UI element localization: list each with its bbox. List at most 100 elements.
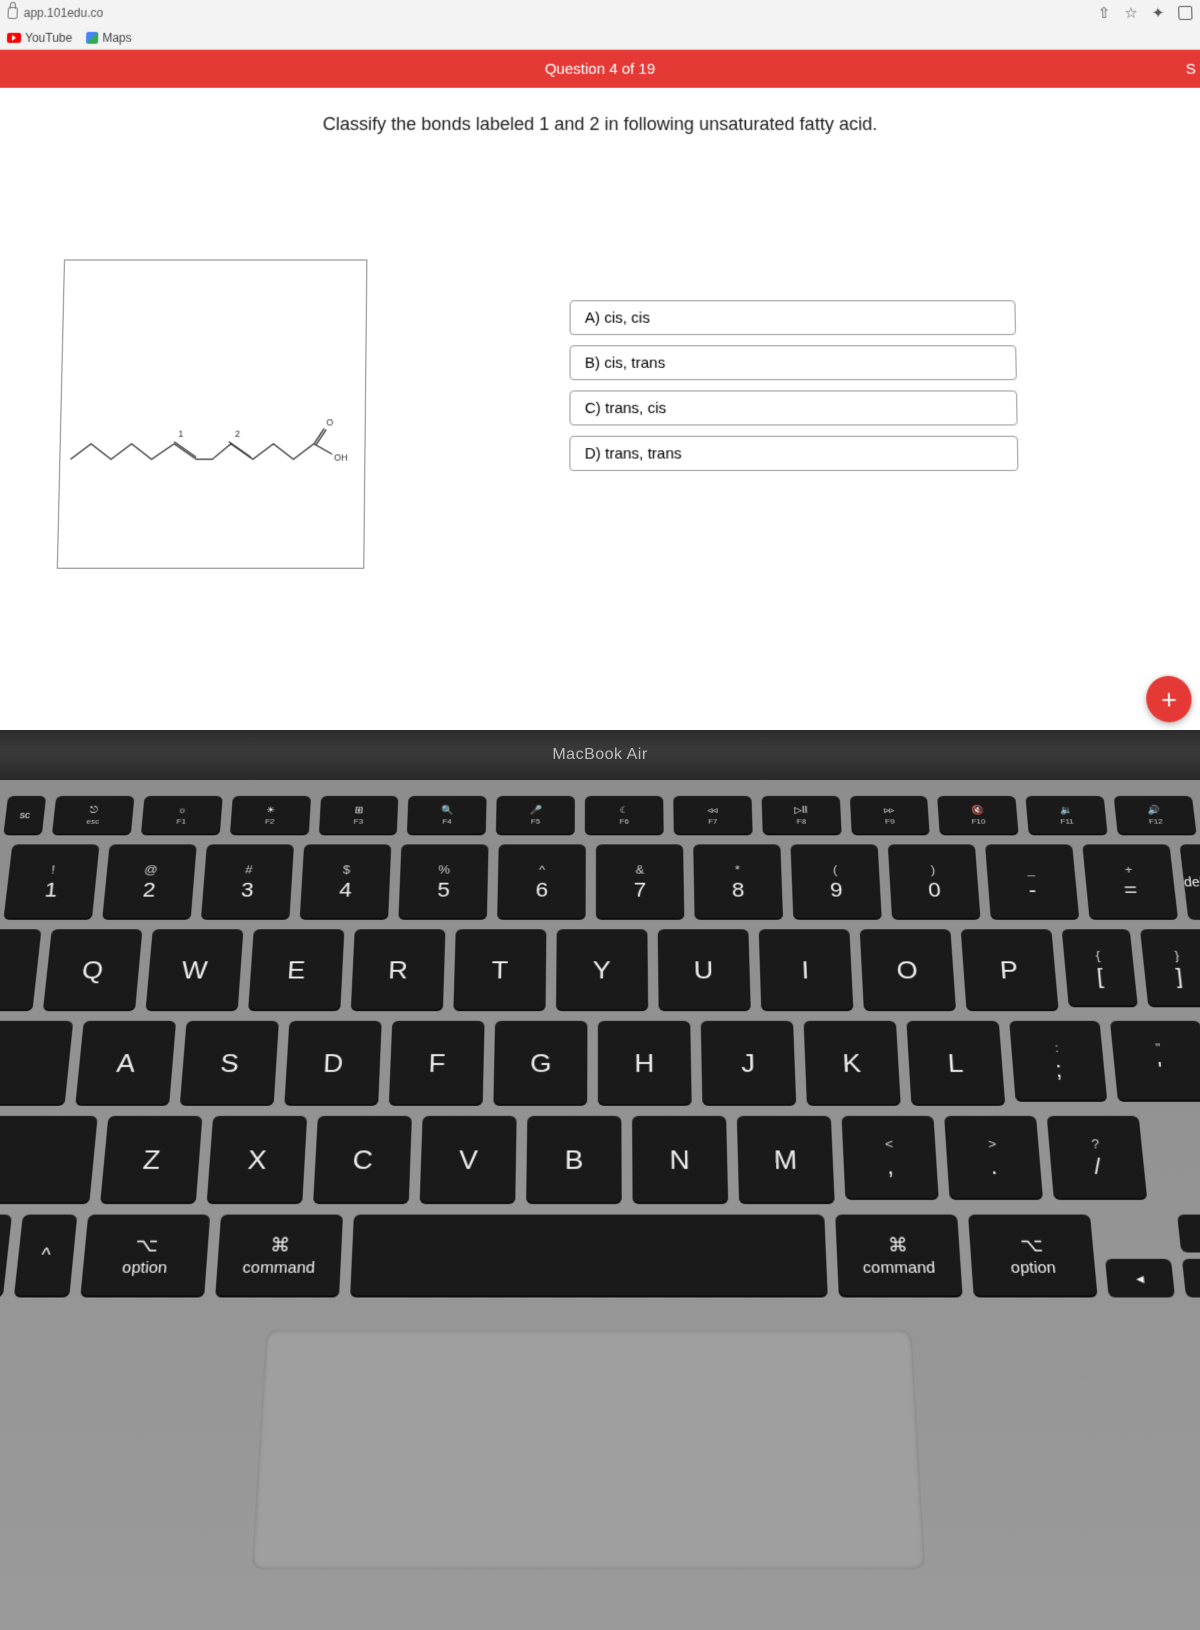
key-4[interactable]: $4	[300, 844, 392, 919]
key-r[interactable]: R	[350, 929, 445, 1011]
key-x[interactable]: X	[207, 1116, 308, 1204]
key-bracket-open[interactable]: {[	[1061, 929, 1137, 1007]
key-quote[interactable]: "'	[1110, 1021, 1200, 1102]
key-f[interactable]: F	[389, 1021, 485, 1106]
key-z[interactable]: Z	[100, 1116, 202, 1204]
key-7[interactable]: &7	[596, 844, 684, 919]
window-icon[interactable]	[1178, 6, 1192, 20]
key-f4[interactable]: 🔍F4	[407, 796, 487, 835]
add-fab[interactable]: +	[1146, 676, 1192, 722]
key-1[interactable]: !1	[3, 844, 99, 919]
key-0[interactable]: )0	[888, 844, 981, 919]
content-area: Classify the bonds labeled 1 and 2 in fo…	[0, 88, 1200, 750]
key-bracket-close[interactable]: }]	[1140, 929, 1200, 1007]
key-v[interactable]: V	[420, 1116, 517, 1204]
key-f10[interactable]: 🔇F10	[938, 796, 1019, 835]
extensions-icon[interactable]: ✦	[1152, 4, 1165, 22]
key-semicolon[interactable]: :;	[1009, 1021, 1107, 1102]
banner-right[interactable]: S	[1186, 60, 1196, 77]
key-fn[interactable]	[0, 1215, 12, 1298]
key-8[interactable]: *8	[693, 844, 783, 919]
url-text[interactable]: app.101edu.co	[23, 6, 103, 20]
key-3[interactable]: #3	[201, 844, 294, 919]
key-6[interactable]: ^6	[497, 844, 586, 919]
laptop-model: MacBook Air	[552, 746, 647, 764]
key-t[interactable]: T	[453, 929, 546, 1011]
answer-d[interactable]: D) trans, trans	[569, 436, 1018, 471]
trackpad[interactable]	[252, 1330, 926, 1570]
key-s[interactable]: S	[180, 1021, 279, 1106]
key-slash[interactable]: ?/	[1047, 1116, 1148, 1200]
laptop-hinge: MacBook Air	[0, 730, 1200, 780]
key-9[interactable]: (9	[790, 844, 881, 919]
key-m[interactable]: M	[737, 1116, 835, 1204]
key-k[interactable]: K	[804, 1021, 901, 1106]
key-f11[interactable]: 🔉F11	[1026, 796, 1108, 835]
key-f1[interactable]: ☼F1	[141, 796, 223, 835]
key-space[interactable]	[350, 1215, 828, 1298]
key-option-right[interactable]: ⌥option	[968, 1215, 1098, 1298]
key-capslock[interactable]	[0, 1021, 73, 1106]
key-esc[interactable]: ⎋esc	[52, 796, 134, 835]
star-icon[interactable]: ☆	[1124, 4, 1138, 22]
key-f5[interactable]: 🎤F5	[496, 796, 575, 835]
key-u[interactable]: U	[657, 929, 750, 1011]
key-5[interactable]: %5	[398, 844, 488, 919]
answer-b[interactable]: B) cis, trans	[570, 345, 1017, 380]
key-backtick[interactable]	[0, 844, 2, 919]
answer-c[interactable]: C) trans, cis	[569, 390, 1017, 425]
number-row: !1@2#3$4%5^6&7*8(9)0_-+= dele	[0, 844, 1200, 919]
key-tab[interactable]	[0, 929, 41, 1011]
key-arrow-left[interactable]: ◂	[1105, 1259, 1175, 1298]
key-esc-edge[interactable]: sc	[3, 796, 46, 835]
key-d[interactable]: D	[284, 1021, 381, 1106]
key-b[interactable]: B	[526, 1116, 622, 1204]
key-f2[interactable]: ☀F2	[230, 796, 311, 835]
molecule-figure: 1 2 O OH	[57, 260, 368, 569]
share-icon[interactable]: ⇧	[1097, 4, 1110, 22]
maps-icon	[86, 31, 98, 43]
key-2[interactable]: @2	[102, 844, 197, 919]
a-row: ASDFGHJKL :; "'	[0, 1021, 1200, 1106]
key-f12[interactable]: 🔊F12	[1114, 796, 1197, 835]
key-arrow-down[interactable]	[1182, 1259, 1200, 1298]
answer-list: A) cis, cis B) cis, trans C) trans, cis …	[569, 300, 1018, 471]
key-f9[interactable]: ▹▹F9	[849, 796, 930, 835]
key-=[interactable]: +=	[1082, 844, 1178, 919]
key-command-left[interactable]: ⌘command	[215, 1215, 343, 1298]
bookmarks-bar: YouTube Maps	[0, 26, 1200, 50]
key-g[interactable]: G	[493, 1021, 587, 1106]
key-o[interactable]: O	[859, 929, 955, 1011]
key-option-left[interactable]: ⌥option	[80, 1215, 210, 1298]
key-comma[interactable]: <,	[842, 1116, 939, 1200]
answer-a[interactable]: A) cis, cis	[570, 300, 1016, 335]
key-n[interactable]: N	[632, 1116, 728, 1204]
key--[interactable]: _-	[985, 844, 1079, 919]
key-f8[interactable]: ▷IIF8	[761, 796, 841, 835]
bookmark-youtube[interactable]: YouTube	[7, 30, 73, 44]
key-arrow-up[interactable]: ▴	[1177, 1215, 1200, 1253]
key-f6[interactable]: ☾F6	[585, 796, 664, 835]
key-shift-left[interactable]	[0, 1116, 98, 1204]
key-q[interactable]: Q	[43, 929, 143, 1011]
key-a[interactable]: A	[75, 1021, 176, 1106]
browser-window: app.101edu.co ⇧ ☆ ✦ YouTube Maps Questio…	[0, 0, 1200, 750]
key-delete[interactable]: dele	[1180, 844, 1200, 919]
bookmark-maps[interactable]: Maps	[86, 30, 132, 44]
key-ctrl[interactable]: ^	[14, 1215, 77, 1298]
key-c[interactable]: C	[313, 1116, 412, 1204]
key-f7[interactable]: ◃◃F7	[673, 796, 752, 835]
key-command-right[interactable]: ⌘command	[835, 1215, 963, 1298]
key-f3[interactable]: ⊞F3	[318, 796, 398, 835]
key-i[interactable]: I	[758, 929, 853, 1011]
key-y[interactable]: Y	[556, 929, 648, 1011]
mod-row: ^ ⌥option ⌘command ⌘command ⌥option ◂ ▴	[0, 1215, 1200, 1298]
key-j[interactable]: J	[701, 1021, 797, 1106]
key-h[interactable]: H	[598, 1021, 692, 1106]
key-p[interactable]: P	[960, 929, 1058, 1011]
key-l[interactable]: L	[906, 1021, 1005, 1106]
q-row: QWERTYUIOP {[ }]	[0, 929, 1200, 1011]
key-period[interactable]: >.	[944, 1116, 1043, 1200]
key-e[interactable]: E	[248, 929, 344, 1011]
key-w[interactable]: W	[145, 929, 243, 1011]
